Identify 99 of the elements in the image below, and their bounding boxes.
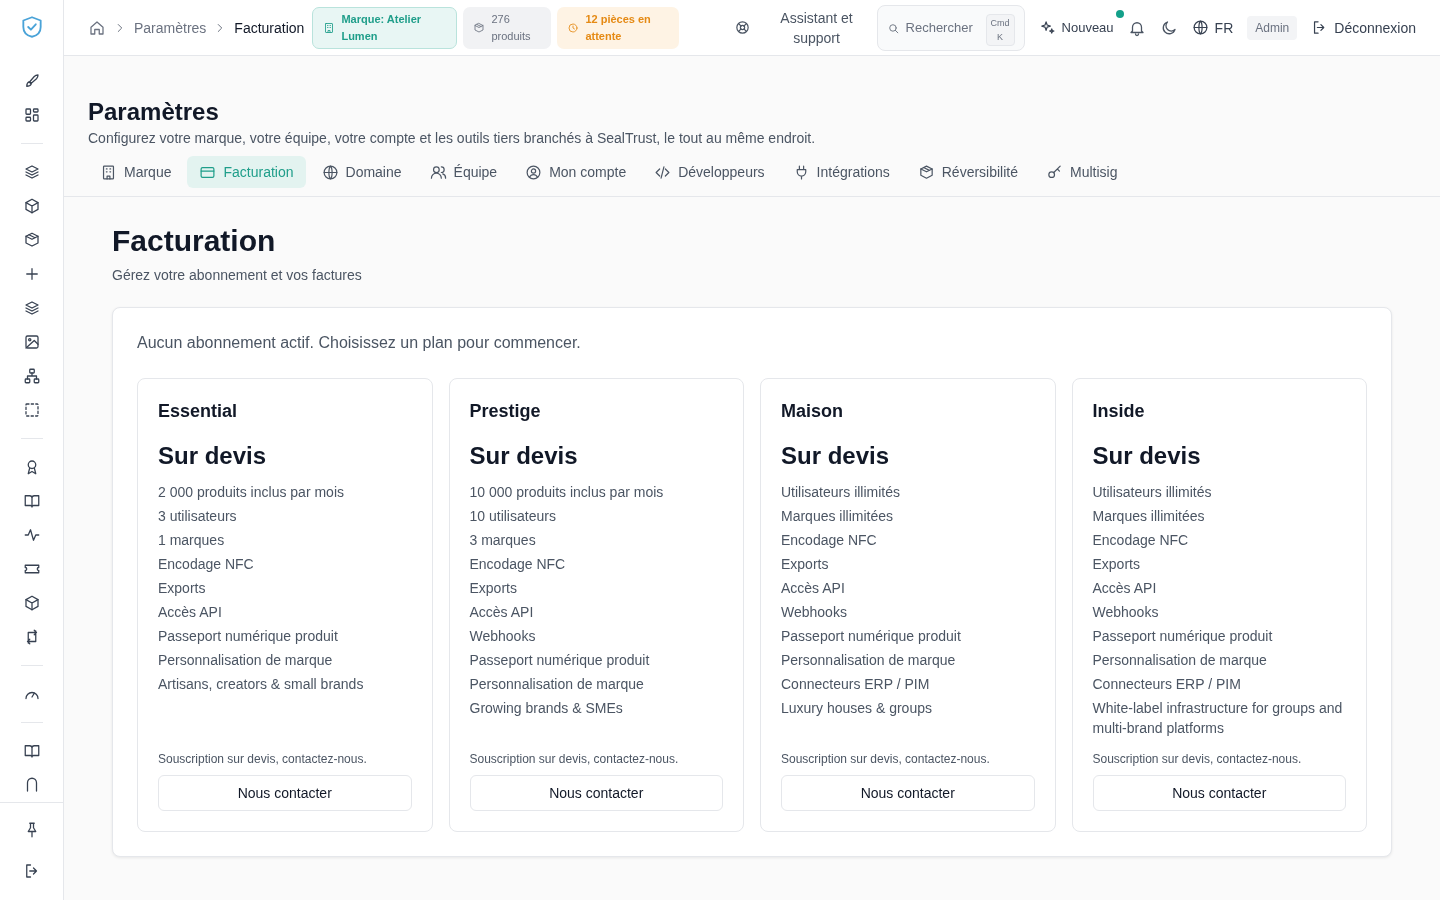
settings-tab[interactable]: Domaine	[309, 156, 414, 188]
page-title: Paramètres	[88, 97, 220, 127]
contact-button[interactable]: Nous contacter	[1092, 775, 1346, 811]
notice-text: Aucun abonnement actif. Choisissez un plan pour commencer.	[137, 334, 582, 352]
building-icon	[100, 163, 117, 181]
plan-feature: 3 marques	[469, 531, 537, 550]
settings-tab[interactable]: Équipe	[417, 156, 510, 188]
clock-icon	[567, 21, 580, 34]
plan-feature: Accès API	[158, 603, 223, 622]
building-icon	[323, 21, 336, 34]
plan-price: Sur devis	[1092, 442, 1202, 470]
code-icon	[654, 163, 672, 181]
selection-icon[interactable]	[22, 401, 41, 419]
page-subtitle: Configurez votre marque, votre équipe, votre compte et les outils tiers branchés à SealTrust, le tout au même endroit.	[88, 130, 817, 146]
role-badge: Admin	[1247, 15, 1298, 40]
plan-feature: Encodage NFC	[158, 555, 255, 574]
section-title: Facturation	[112, 223, 277, 259]
plan-note: Souscription sur devis, contactez-nous.	[1092, 752, 1303, 766]
key-icon	[1046, 163, 1063, 181]
cube-icon[interactable]	[22, 594, 41, 612]
plan-feature: White-label infrastructure for groups and multi-brand platforms	[1092, 699, 1344, 738]
image-icon[interactable]	[22, 333, 41, 351]
logout-button[interactable]: Déconnexion	[1311, 19, 1416, 36]
plan-note: Souscription sur devis, contactez-nous.	[469, 752, 680, 766]
plan-feature: Encodage NFC	[469, 555, 567, 574]
contact-button[interactable]: Nous contacter	[781, 775, 1035, 811]
plan-feature: Artisans, creators & small brands	[158, 675, 365, 694]
plan-feature: Utilisateurs illimités	[1092, 483, 1213, 502]
plan-name: Prestige	[469, 401, 542, 422]
cube-icon[interactable]	[22, 197, 41, 215]
plan-feature: 10 000 produits inclus par mois	[469, 483, 665, 502]
plan-feature: Webhooks	[469, 627, 537, 646]
plan-feature: Exports	[781, 555, 830, 574]
plan-price: Sur devis	[469, 442, 579, 470]
plan-name: Maison	[781, 401, 844, 422]
plan-feature: Personnalisation de marque	[1092, 651, 1268, 670]
plan-feature: Passeport numérique produit	[469, 651, 651, 670]
settings-tab[interactable]: Mon compte	[513, 156, 639, 188]
plan-feature: Marques illimitées	[1092, 507, 1206, 526]
plan-feature: Connecteurs ERP / PIM	[1092, 675, 1242, 694]
plan-feature: Exports	[469, 579, 518, 598]
package-icon	[473, 21, 486, 34]
settings-tab[interactable]: Réversibilité	[905, 156, 1030, 188]
plan-name: Inside	[1092, 401, 1146, 422]
settings-tab[interactable]: Intégrations	[780, 156, 902, 188]
plan-feature: Utilisateurs illimités	[781, 483, 902, 502]
breadcrumb-link[interactable]: Facturation	[234, 19, 305, 36]
plan-feature: Webhooks	[1092, 603, 1160, 622]
plan-name: Essential	[158, 401, 239, 422]
plan-note: Souscription sur devis, contactez-nous.	[158, 752, 368, 766]
plan-feature: Personnalisation de marque	[469, 675, 645, 694]
plan-feature: Webhooks	[781, 603, 848, 622]
contact-button[interactable]: Nous contacter	[158, 775, 412, 811]
help-link[interactable]: Assistant et support	[770, 7, 863, 48]
book-icon[interactable]	[22, 492, 41, 510]
plan-feature: Personnalisation de marque	[158, 651, 334, 670]
plan-feature: 10 utilisateurs	[469, 507, 557, 526]
plan-note: Souscription sur devis, contactez-nous.	[781, 752, 991, 766]
plan-feature: Accès API	[1092, 579, 1158, 598]
plan-feature: Passeport numérique produit	[158, 627, 339, 646]
plan-feature: 1 marques	[158, 531, 226, 550]
settings-tab[interactable]: Développeurs	[642, 156, 777, 188]
plan-feature: Personnalisation de marque	[781, 651, 957, 670]
breadcrumb-link[interactable]: Paramètres	[134, 19, 207, 36]
contact-button[interactable]: Nous contacter	[469, 775, 723, 811]
lifebuoy-icon[interactable]	[733, 19, 751, 36]
plan-feature: Exports	[158, 579, 207, 598]
plan-feature: Encodage NFC	[781, 531, 878, 550]
plan-feature: 3 utilisateurs	[158, 507, 238, 526]
plan-price: Sur devis	[781, 442, 891, 470]
plan-feature: Passeport numérique produit	[1092, 627, 1274, 646]
plan-feature: Marques illimitées	[781, 507, 895, 526]
plan-feature: Exports	[1092, 555, 1141, 574]
plan-feature: Connecteurs ERP / PIM	[781, 675, 931, 694]
globe-icon	[1191, 19, 1209, 36]
plan-feature: Accès API	[781, 579, 846, 598]
plan-feature: Growing brands & SMEs	[469, 699, 624, 718]
language-button[interactable]: FR	[1191, 19, 1234, 36]
users-icon	[429, 163, 447, 181]
plan-feature: Passeport numérique produit	[781, 627, 962, 646]
settings-tab[interactable]: Multisig	[1034, 156, 1130, 188]
dashboard-icon[interactable]	[22, 106, 41, 124]
user-circle-icon	[525, 163, 543, 181]
package-icon[interactable]	[22, 231, 41, 249]
hierarchy-icon[interactable]	[22, 367, 41, 385]
product-count-badge[interactable]: 276 produits	[463, 6, 552, 49]
new-button[interactable]: Nouveau	[1038, 19, 1114, 36]
plan-price: Sur devis	[158, 442, 268, 470]
book-icon[interactable]	[22, 742, 41, 760]
globe-icon	[321, 163, 339, 181]
sparkles-icon	[1038, 19, 1056, 36]
activity-icon[interactable]	[22, 526, 41, 544]
settings-tab[interactable]: Marque	[88, 156, 184, 188]
plan-feature: Encodage NFC	[1092, 531, 1190, 550]
plan-feature: 2 000 produits inclus par mois	[158, 483, 345, 502]
section-subtitle: Gérez votre abonnement et vos factures	[112, 267, 363, 283]
package-icon	[917, 163, 935, 181]
plan-feature: Accès API	[469, 603, 535, 622]
plan-feature: Luxury houses & groups	[781, 699, 933, 718]
